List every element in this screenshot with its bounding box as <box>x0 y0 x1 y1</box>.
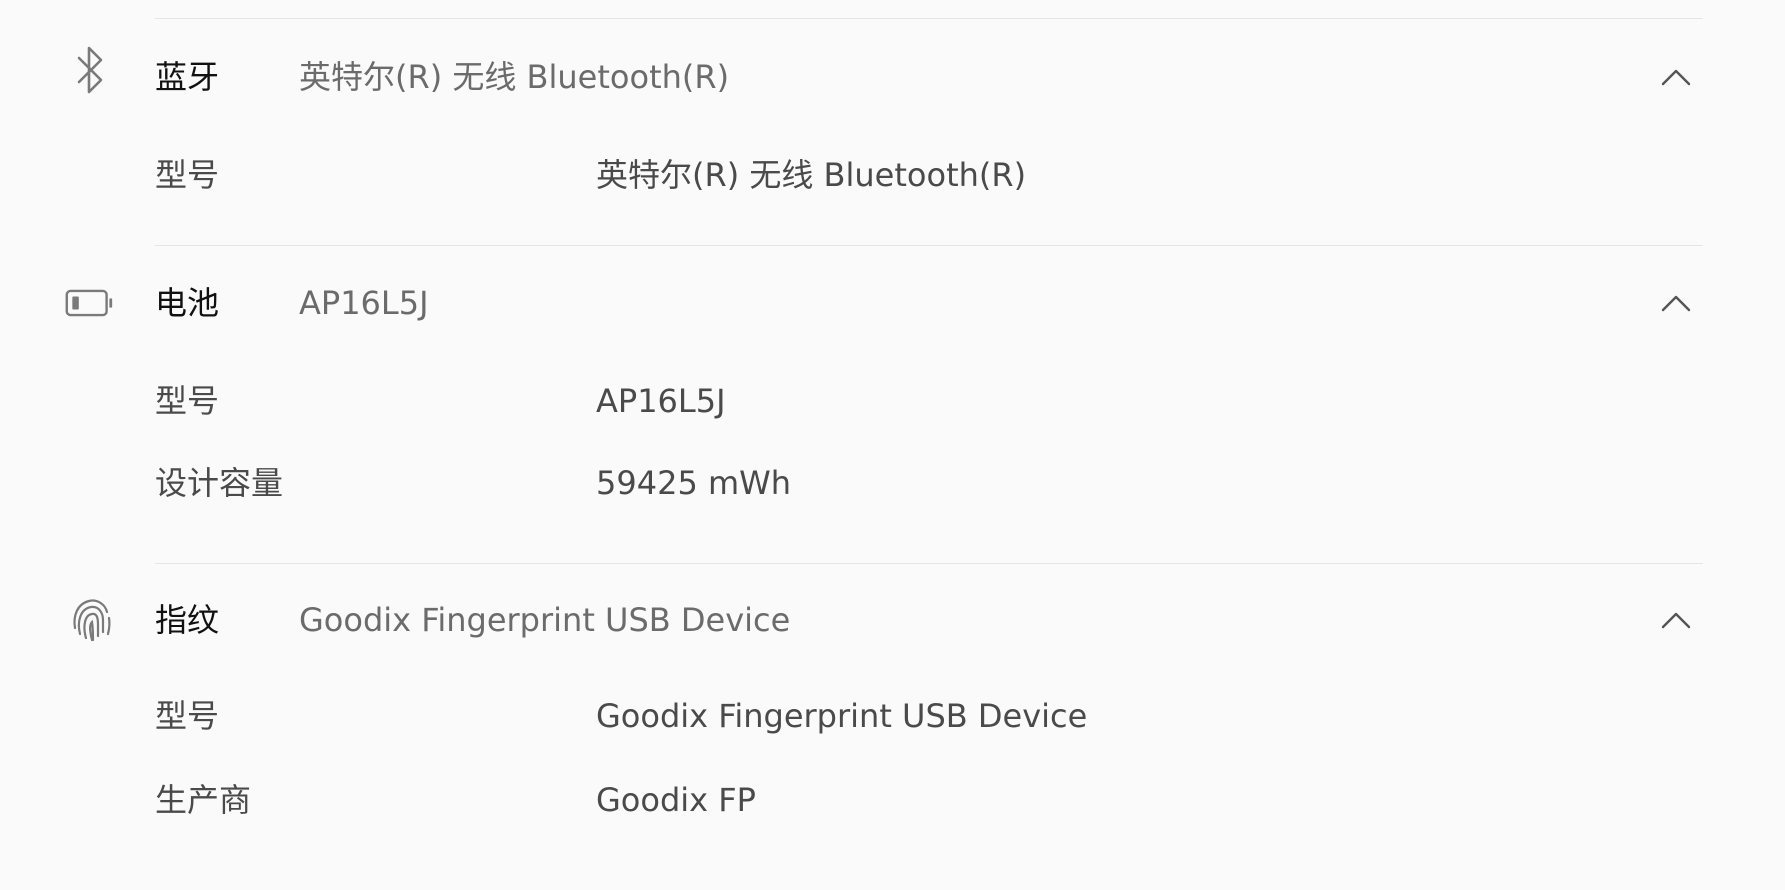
chevron-up-icon[interactable] <box>1656 60 1696 94</box>
detail-row-model: 型号 Goodix Fingerprint USB Device <box>0 671 1785 761</box>
chevron-up-icon[interactable] <box>1656 603 1696 637</box>
detail-value: Goodix FP <box>596 781 756 819</box>
detail-label: 型号 <box>155 156 220 194</box>
detail-label: 型号 <box>155 382 220 420</box>
section-summary: AP16L5J <box>299 284 429 322</box>
section-header-battery[interactable]: 电池 AP16L5J <box>0 258 1785 348</box>
section-divider <box>155 563 1703 564</box>
detail-value: 英特尔(R) 无线 Bluetooth(R) <box>596 156 1027 194</box>
fingerprint-icon <box>66 593 116 643</box>
detail-row-design-capacity: 设计容量 59425 mWh <box>0 438 1785 528</box>
section-title: 指纹 <box>155 601 220 639</box>
section-header-fingerprint[interactable]: 指纹 Goodix Fingerprint USB Device <box>0 575 1785 665</box>
battery-icon <box>64 278 114 328</box>
section-title: 蓝牙 <box>155 58 220 96</box>
section-fingerprint: 指纹 Goodix Fingerprint USB Device 型号 Good… <box>0 575 1785 845</box>
detail-row-model: 型号 英特尔(R) 无线 Bluetooth(R) <box>0 130 1785 220</box>
section-battery: 电池 AP16L5J 型号 AP16L5J 设计容量 59425 mWh <box>0 258 1785 528</box>
detail-row-manufacturer: 生产商 Goodix FP <box>0 755 1785 845</box>
section-title: 电池 <box>155 284 220 322</box>
section-summary: Goodix Fingerprint USB Device <box>299 601 791 639</box>
detail-value: 59425 mWh <box>596 464 792 502</box>
detail-label: 生产商 <box>155 781 252 819</box>
section-bluetooth: 蓝牙 英特尔(R) 无线 Bluetooth(R) 型号 英特尔(R) 无线 B… <box>0 32 1785 212</box>
detail-list: 型号 英特尔(R) 无线 Bluetooth(R) <box>0 122 1785 212</box>
section-summary: 英特尔(R) 无线 Bluetooth(R) <box>299 58 730 96</box>
top-divider <box>155 18 1703 19</box>
detail-label: 设计容量 <box>155 464 284 502</box>
detail-list: 型号 Goodix Fingerprint USB Device 生产商 Goo… <box>0 665 1785 845</box>
detail-list: 型号 AP16L5J 设计容量 59425 mWh <box>0 348 1785 528</box>
detail-label: 型号 <box>155 697 220 735</box>
chevron-up-icon[interactable] <box>1656 286 1696 320</box>
section-divider <box>155 245 1703 246</box>
bluetooth-icon <box>66 46 116 96</box>
detail-value: AP16L5J <box>596 382 726 420</box>
section-header-bluetooth[interactable]: 蓝牙 英特尔(R) 无线 Bluetooth(R) <box>0 32 1785 122</box>
detail-value: Goodix Fingerprint USB Device <box>596 697 1088 735</box>
detail-row-model: 型号 AP16L5J <box>0 356 1785 446</box>
